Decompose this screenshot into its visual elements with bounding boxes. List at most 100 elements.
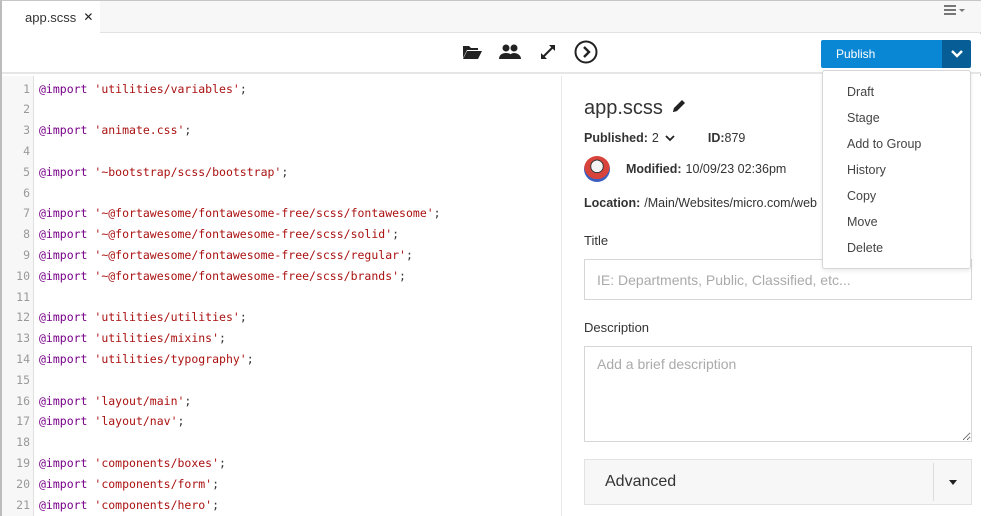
code-line[interactable]: 8 @import '~@fortawesome/fontawesome-free… [2,224,561,245]
line-number: 3 [23,123,30,138]
hamburger-menu-icon [944,5,956,15]
published-count[interactable]: 2 [652,131,659,145]
code-text: @import 'utilities/typography'; [39,352,254,366]
code-keyword: @import [39,455,88,470]
code-line[interactable]: 5 @import '~bootstrap/scss/bootstrap'; [2,161,561,182]
chevron-down-icon[interactable] [665,134,675,142]
code-line[interactable]: 6 [2,182,561,203]
line-number: 2 [23,102,30,117]
line-number: 17 [16,414,30,429]
code-keyword: @import [39,268,88,283]
line-number: 1 [23,81,30,96]
line-number: 8 [23,227,30,242]
menu-item-history[interactable]: History [823,157,970,183]
code-line[interactable]: 7 @import '~@fortawesome/fontawesome-free… [2,203,561,224]
caret-down-icon [959,8,965,12]
line-number: 14 [16,351,30,366]
code-string: '~@fortawesome/fontawesome-free/scss/fon… [94,206,434,221]
code-keyword: @import [39,497,88,512]
file-title-text: app.scss [584,97,663,119]
code-punctuation: ; [433,206,441,221]
code-punctuation: ; [177,414,185,429]
code-keyword: @import [39,247,88,262]
code-line[interactable]: 3 @import 'animate.css'; [2,120,561,141]
line-number: 4 [23,143,30,158]
menu-item-move[interactable]: Move [823,209,970,235]
line-number: 13 [16,331,30,346]
code-string: 'utilities/typography' [94,351,247,366]
code-editor[interactable]: 1 @import 'utilities/variables'; 2 3 @import… [2,76,562,516]
code-string: 'components/hero' [94,497,213,512]
code-punctuation: ; [392,227,400,242]
code-punctuation: ; [219,331,226,346]
code-line[interactable]: 4 [2,140,561,161]
menu-item-copy[interactable]: Copy [823,183,970,209]
code-line[interactable]: 21 @import 'components/hero'; [2,494,561,515]
code-text: @import 'components/boxes'; [39,456,226,470]
code-text: @import '~@fortawesome/fontawesome-free/… [39,227,399,241]
code-line[interactable]: 16 @import 'layout/main'; [2,390,561,411]
code-text: @import 'layout/main'; [39,394,191,408]
tab-app-scss[interactable]: app.scss ✕ [2,1,100,34]
code-keyword: @import [39,331,88,346]
menu-item-delete[interactable]: Delete [823,235,970,261]
code-line[interactable]: 14 @import 'utilities/typography'; [2,348,561,369]
publish-button-group: Publish [821,40,971,68]
folder-open-icon[interactable] [460,40,484,64]
code-punctuation: ; [184,123,192,138]
code-string: 'layout/main' [94,393,185,408]
code-keyword: @import [39,164,88,179]
caret-down-icon[interactable] [933,463,971,501]
code-text: @import 'animate.css'; [39,123,191,137]
code-line[interactable]: 15 [2,369,561,390]
advanced-section-toggle[interactable]: Advanced [584,459,972,505]
code-line[interactable]: 17 @import 'layout/nav'; [2,411,561,432]
code-line[interactable]: 13 @import 'utilities/mixins'; [2,328,561,349]
published-label: Published: [584,131,648,145]
description-textarea[interactable] [584,346,972,442]
code-line[interactable]: 20 @import 'components/form'; [2,473,561,494]
code-string: 'layout/nav' [94,414,178,429]
expand-icon[interactable] [536,40,560,64]
code-string: '~@fortawesome/fontawesome-free/scss/bra… [94,268,400,283]
code-line[interactable]: 12 @import 'utilities/utilities'; [2,307,561,328]
publish-dropdown-toggle[interactable] [942,40,971,68]
code-string: 'utilities/utilities' [94,310,240,325]
line-number: 15 [16,372,30,387]
modified-label: Modified: [626,162,682,176]
toolbar: Publish [2,34,981,74]
menu-item-add-to-group[interactable]: Add to Group [823,131,970,157]
location-row: Location: /Main/Websites/micro.com/web [584,196,817,210]
code-text: @import 'components/hero'; [39,498,219,512]
code-text: @import 'utilities/utilities'; [39,310,247,324]
code-punctuation: ; [184,393,192,408]
code-punctuation: ; [212,476,220,491]
publish-info-row: Published: 2 ID: 879 [584,131,745,145]
publish-button[interactable]: Publish [821,40,942,68]
location-value: /Main/Websites/micro.com/web [644,196,817,210]
hamburger-menu-button[interactable] [944,5,965,15]
code-keyword: @import [39,81,88,96]
code-line[interactable]: 10 @import '~@fortawesome/fontawesome-fre… [2,265,561,286]
code-line[interactable]: 11 [2,286,561,307]
line-number: 12 [16,310,30,325]
publish-dropdown-menu: Draft Stage Add to Group History Copy Mo… [822,70,971,269]
chevron-down-icon [950,50,963,58]
menu-item-draft[interactable]: Draft [823,79,970,105]
menu-item-stage[interactable]: Stage [823,105,970,131]
code-line[interactable]: 9 @import '~@fortawesome/fontawesome-free… [2,244,561,265]
code-line[interactable]: 19 @import 'components/boxes'; [2,452,561,473]
line-number: 20 [16,476,30,491]
close-icon[interactable]: ✕ [83,10,93,24]
code-line[interactable]: 2 [2,99,561,120]
app-window: app.scss ✕ Publish 1 @import 'utilities/… [0,0,981,516]
line-number: 16 [16,393,30,408]
pencil-icon[interactable] [671,97,687,120]
code-line[interactable]: 18 [2,432,561,453]
code-string: 'components/form' [94,476,213,491]
code-punctuation: ; [239,81,247,96]
file-title: app.scss [584,97,687,120]
circle-chevron-right-icon[interactable] [574,40,598,64]
users-icon[interactable] [498,40,522,64]
code-line[interactable]: 1 @import 'utilities/variables'; [2,78,561,99]
